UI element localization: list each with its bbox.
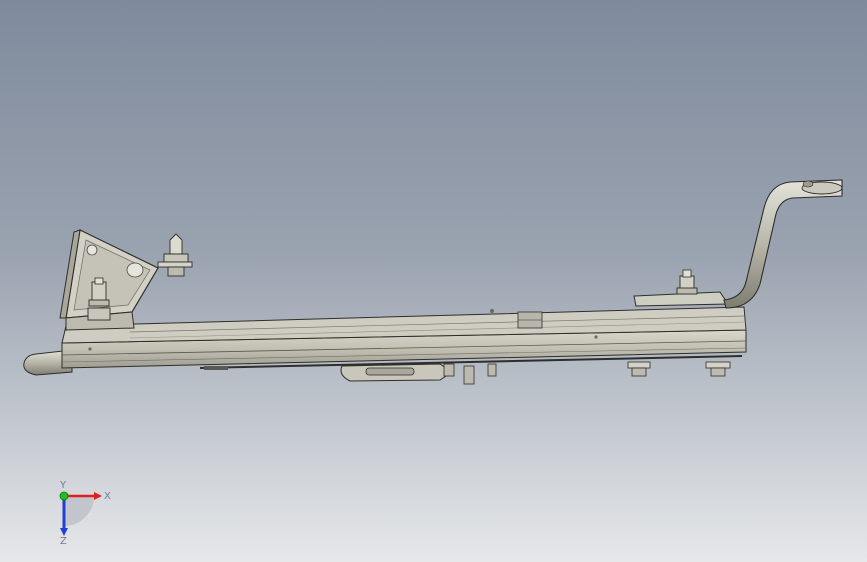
seat-rail-model[interactable] (0, 0, 867, 562)
axis-triad: X Y Z (59, 480, 111, 547)
rear-hook-bar[interactable] (723, 179, 843, 309)
y-axis-label: Y (59, 480, 67, 491)
y-axis-dot (59, 491, 69, 501)
pin-bolt[interactable] (157, 233, 193, 277)
x-axis-label: X (104, 491, 111, 502)
z-axis-label: Z (60, 536, 67, 547)
x-axis-arrowhead (94, 492, 102, 500)
z-axis-arrowhead (60, 528, 68, 536)
rear-riser-plate[interactable] (633, 269, 729, 307)
triad-shadow (64, 496, 94, 526)
rear-mount-nut-1[interactable] (627, 361, 651, 377)
front-foot (204, 366, 228, 370)
rear-mount-nut-2[interactable] (705, 361, 731, 377)
graphics-viewport[interactable]: X Y Z (0, 0, 867, 562)
latch-assembly[interactable] (340, 363, 497, 385)
